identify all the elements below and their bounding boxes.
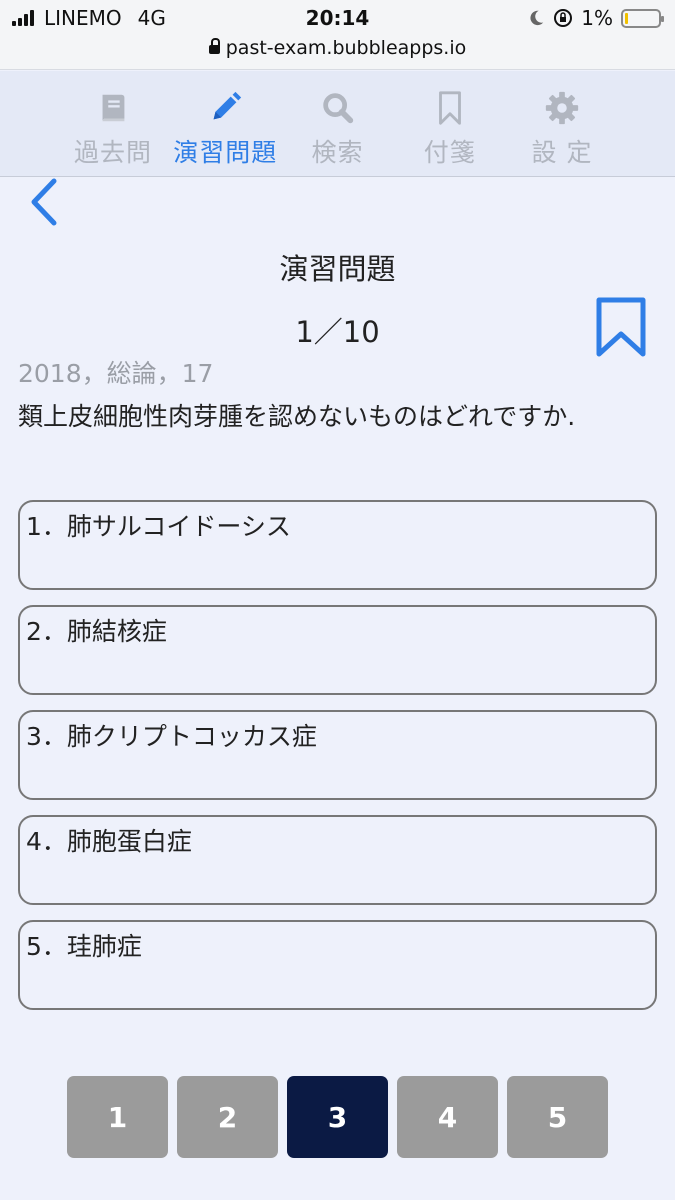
question-meta: 2018，総論，17	[18, 359, 214, 388]
tab-label: 演習問題	[173, 138, 278, 167]
choice-4[interactable]: 4．肺胞蛋白症	[18, 815, 657, 905]
page-button-1[interactable]: 1	[67, 1076, 168, 1158]
search-icon	[322, 93, 353, 124]
choice-label: 2．肺結核症	[26, 617, 167, 646]
tab-label: 設 定	[531, 138, 593, 167]
question-counter: 1／10	[295, 315, 380, 349]
choice-label: 1．肺サルコイドーシス	[26, 512, 291, 541]
book-icon	[102, 94, 125, 122]
url-text: past-exam.bubbleapps.io	[225, 37, 467, 59]
tab-search[interactable]: 検索	[283, 71, 393, 176]
tab-label: 付箋	[423, 138, 476, 167]
pencil-icon	[213, 91, 242, 120]
choice-3[interactable]: 3．肺クリプトコッカス症	[18, 710, 657, 800]
tab-bar: 過去問 演習問題 検索 付箋 設 定	[0, 71, 675, 177]
url-bar[interactable]: past-exam.bubbleapps.io	[0, 37, 675, 59]
bookmark-icon	[438, 91, 461, 125]
tab-settings[interactable]: 設 定	[507, 71, 617, 176]
choice-label: 5．珪肺症	[26, 932, 142, 961]
choice-label: 4．肺胞蛋白症	[26, 827, 192, 856]
battery-icon	[621, 8, 664, 28]
choice-1[interactable]: 1．肺サルコイドーシス	[18, 500, 657, 590]
choice-label: 3．肺クリプトコッカス症	[26, 722, 317, 751]
page-title: 演習問題	[279, 252, 396, 286]
answer-choices: 1．肺サルコイドーシス 2．肺結核症 3．肺クリプトコッカス症 4．肺胞蛋白症 …	[18, 500, 657, 1025]
lock-icon	[208, 38, 220, 54]
tab-label: 検索	[311, 138, 364, 167]
page-button-2[interactable]: 2	[177, 1076, 278, 1158]
pagination: 1 2 3 4 5	[67, 1076, 608, 1158]
status-bar: LINEMO 4G 20:14 1% past-exam.bubbleapps.…	[0, 0, 675, 70]
tab-practice[interactable]: 演習問題	[170, 71, 280, 176]
bookmark-toggle-icon[interactable]	[594, 296, 648, 358]
choice-2[interactable]: 2．肺結核症	[18, 605, 657, 695]
back-chevron-icon[interactable]	[26, 177, 66, 227]
rotation-lock-icon	[554, 9, 573, 27]
gear-icon	[545, 91, 579, 125]
battery-percent: 1%	[581, 6, 613, 30]
moon-icon	[530, 10, 544, 26]
page-button-3[interactable]: 3	[287, 1076, 388, 1158]
question-text: 類上皮細胞性肉芽腫を認めないものはどれですか.	[18, 402, 576, 431]
choice-5[interactable]: 5．珪肺症	[18, 920, 657, 1010]
status-right: 1%	[527, 6, 664, 30]
tab-past-exam[interactable]: 過去問	[58, 71, 168, 176]
page-button-5[interactable]: 5	[507, 1076, 608, 1158]
tab-sticky-notes[interactable]: 付箋	[395, 71, 505, 176]
page-button-4[interactable]: 4	[397, 1076, 498, 1158]
tab-label: 過去問	[73, 138, 152, 167]
